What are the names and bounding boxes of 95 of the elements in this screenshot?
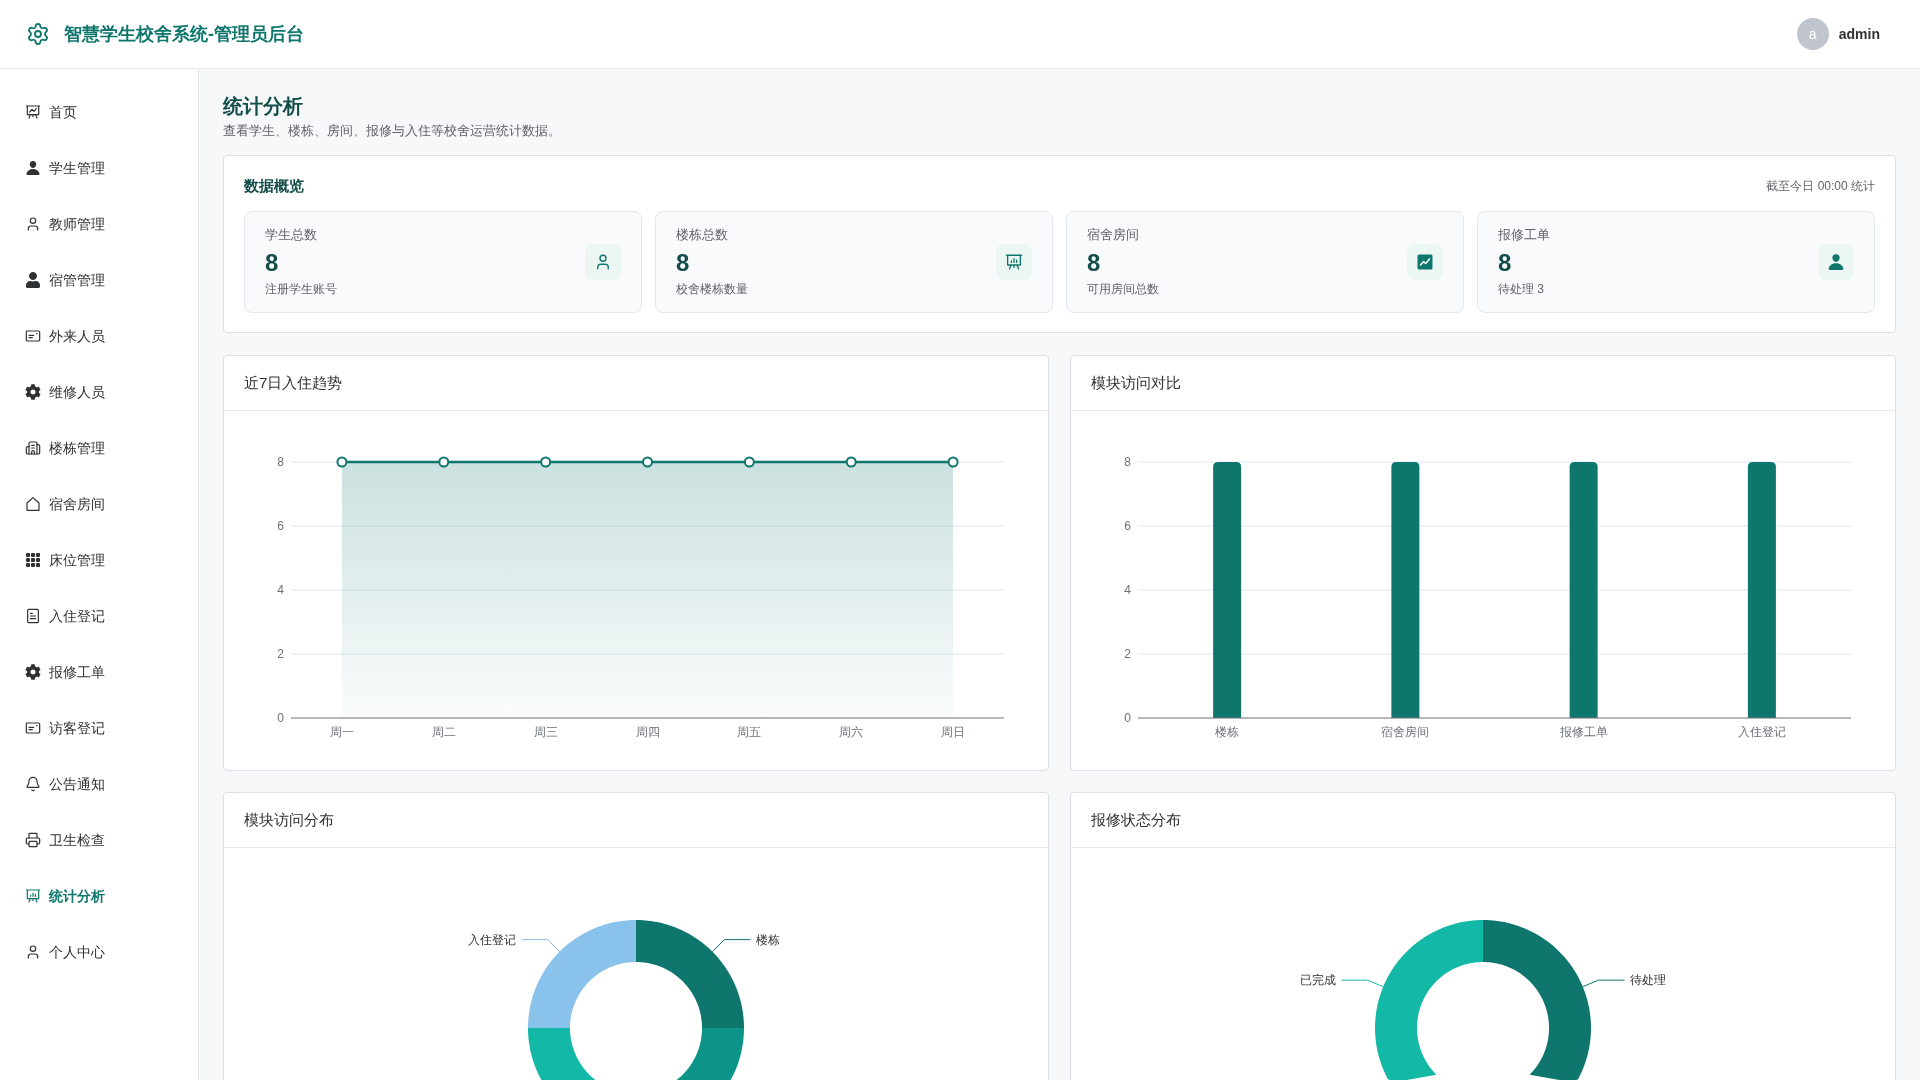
presentation-chart-icon: [25, 888, 41, 904]
gear-icon: [25, 384, 41, 400]
card-title: 报修状态分布: [1091, 809, 1181, 830]
stat-note: 注册学生账号: [265, 281, 337, 297]
sidebar-item[interactable]: 统计分析: [0, 868, 198, 924]
axis-label: 周一: [329, 725, 354, 739]
sidebar-item[interactable]: 宿管管理: [0, 252, 198, 308]
axis-label: 周四: [635, 725, 660, 739]
user-name[interactable]: admin: [1838, 23, 1880, 45]
data-point: [642, 456, 653, 468]
user-icon: [25, 216, 41, 232]
stat-label: 报修工单: [1498, 226, 1550, 244]
presentation-chart-icon: [996, 244, 1032, 280]
bell-icon: [25, 776, 41, 792]
axis-label: 周日: [941, 725, 966, 739]
leader-line: [1582, 979, 1625, 988]
page-subtitle: 查看学生、楼栋、房间、报修与入住等校舍运营统计数据。: [223, 122, 562, 140]
stat-label: 学生总数: [265, 226, 318, 244]
axis-label: 6: [277, 519, 284, 533]
sidebar-item[interactable]: 报修工单: [0, 644, 198, 700]
stat-value: 8: [1087, 248, 1102, 278]
stat-value: 8: [265, 248, 280, 278]
leader-line: [711, 939, 751, 953]
card-title: 模块访问分布: [244, 809, 334, 830]
axis-label: 2: [1124, 647, 1131, 661]
slice-label: 待处理: [1630, 973, 1667, 988]
sidebar-item[interactable]: 学生管理: [0, 140, 198, 196]
gear-icon: [25, 664, 41, 680]
id-card-icon: [25, 720, 41, 736]
sidebar-item[interactable]: 教师管理: [0, 196, 198, 252]
grid-icon: [25, 552, 41, 568]
card-title: 近7日入住趋势: [244, 372, 343, 393]
data-point: [947, 456, 959, 468]
user-icon: [585, 244, 621, 280]
axis-label: 0: [1124, 711, 1131, 725]
data-point: [743, 456, 755, 468]
user-icon: [1818, 244, 1854, 280]
axis-label: 4: [1124, 583, 1131, 597]
sidebar-item[interactable]: 个人中心: [0, 924, 198, 980]
data-point: [540, 456, 552, 468]
sidebar-item[interactable]: 入住登记: [0, 588, 198, 644]
axis-label: 宿舍房间: [1381, 725, 1430, 739]
slice-label: 已完成: [1299, 973, 1336, 988]
app-title: 智慧学生校舍系统-管理员后台: [64, 22, 304, 46]
sidebar-item[interactable]: 楼栋管理: [0, 420, 198, 476]
user-icon: [25, 272, 41, 288]
stat-value: 8: [1498, 248, 1513, 278]
stat-note: 可用房间总数: [1087, 281, 1159, 297]
slice-label: 楼栋: [756, 932, 781, 947]
axis-label: 周三: [533, 725, 558, 739]
data-point: [336, 456, 348, 468]
sidebar-item[interactable]: 首页: [0, 84, 198, 140]
sidebar-item[interactable]: 维修人员: [0, 364, 198, 420]
axis-label: 0: [277, 711, 284, 725]
card-title: 模块访问对比: [1091, 372, 1181, 393]
sidebar-item[interactable]: 宿舍房间: [0, 476, 198, 532]
axis-label: 报修工单: [1559, 725, 1608, 739]
leader-line: [521, 939, 561, 953]
axis-label: 周五: [737, 725, 762, 739]
building-icon: [25, 440, 41, 456]
stats-timestamp: 截至今日 00:00 统计: [1766, 178, 1875, 195]
section-title: 数据概览: [244, 176, 304, 196]
user-icon: [25, 160, 41, 176]
id-card-icon: [25, 328, 41, 344]
axis-label: 4: [277, 583, 284, 597]
axis-label: 8: [277, 455, 284, 469]
data-point: [845, 456, 857, 468]
stat-label: 楼栋总数: [676, 226, 729, 244]
chart-square-icon: [1407, 244, 1443, 280]
document-icon: [25, 608, 41, 624]
sidebar-item[interactable]: 访客登记: [0, 700, 198, 756]
axis-label: 8: [1124, 455, 1131, 469]
leader-line: [1341, 979, 1384, 988]
user-icon: [25, 944, 41, 960]
stat-label: 宿舍房间: [1087, 226, 1140, 244]
page-title: 统计分析: [223, 94, 304, 119]
stat-note: 待处理 3: [1498, 281, 1545, 297]
gear-icon: [26, 22, 50, 46]
stat-note: 校舍楼栋数量: [676, 281, 748, 297]
presentation-chart-icon: [25, 104, 41, 120]
sidebar-item[interactable]: 外来人员: [0, 308, 198, 364]
slice-label: 入住登记: [467, 932, 516, 947]
axis-label: 周六: [839, 725, 864, 739]
sidebar-item[interactable]: 床位管理: [0, 532, 198, 588]
sidebar-item[interactable]: 卫生检查: [0, 812, 198, 868]
axis-label: 入住登记: [1737, 725, 1786, 739]
stat-value: 8: [676, 248, 691, 278]
sidebar-item[interactable]: 公告通知: [0, 756, 198, 812]
data-point: [438, 456, 450, 468]
printer-icon: [25, 832, 41, 848]
axis-label: 6: [1124, 519, 1131, 533]
axis-label: 楼栋: [1215, 725, 1240, 739]
house-icon: [25, 496, 41, 512]
axis-label: 周二: [431, 725, 456, 739]
axis-label: 2: [277, 647, 284, 661]
